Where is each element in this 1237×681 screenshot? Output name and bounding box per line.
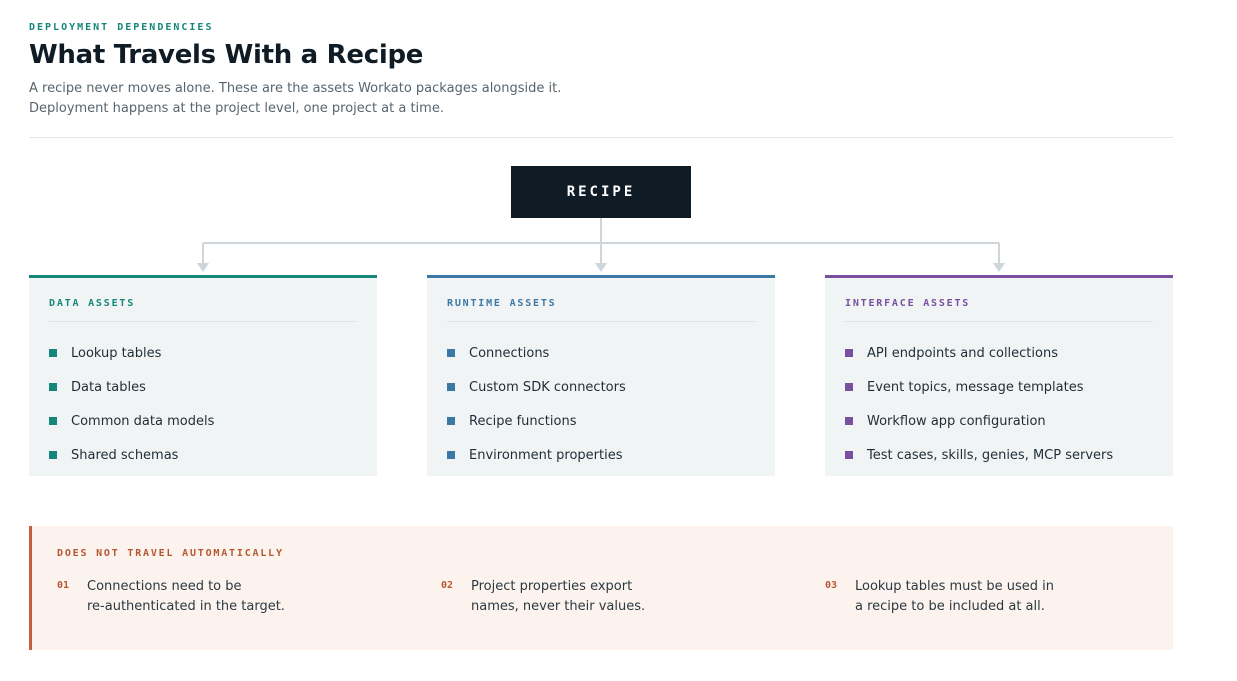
- square-bullet-icon: [49, 417, 57, 425]
- card-heading: INTERFACE ASSETS: [845, 298, 1153, 322]
- section-eyebrow: DEPLOYMENT DEPENDENCIES: [29, 22, 214, 33]
- callout-item-number: 03: [825, 580, 838, 591]
- arrowhead-runtime-icon: [595, 263, 607, 272]
- data-assets-card: DATA ASSETS Lookup tables Data tables Co…: [29, 275, 377, 476]
- list-item: Custom SDK connectors: [447, 370, 755, 404]
- callout-item-line: names, never their values.: [471, 599, 646, 614]
- callout-heading: DOES NOT TRAVEL AUTOMATICALLY: [57, 548, 284, 559]
- runtime-assets-card: RUNTIME ASSETS Connections Custom SDK co…: [427, 275, 775, 476]
- list-item-label: API endpoints and collections: [867, 345, 1058, 361]
- subtitle-line-2: Deployment happens at the project level,…: [29, 101, 444, 116]
- list-item-label: Recipe functions: [469, 413, 577, 429]
- callout-item-number: 01: [57, 580, 70, 591]
- list-item: Event topics, message templates: [845, 370, 1153, 404]
- list-item-label: Lookup tables: [71, 345, 162, 361]
- square-bullet-icon: [845, 451, 853, 459]
- callout-item-line: Lookup tables must be used in: [855, 579, 1055, 594]
- callout-item-number: 02: [441, 580, 454, 591]
- callout-item-line: a recipe to be included at all.: [855, 599, 1045, 614]
- square-bullet-icon: [49, 451, 57, 459]
- does-not-travel-callout: DOES NOT TRAVEL AUTOMATICALLY 01 Connect…: [29, 526, 1173, 650]
- asset-list: Lookup tables Data tables Common data mo…: [49, 336, 357, 472]
- arrowhead-interface-icon: [993, 263, 1005, 272]
- square-bullet-icon: [447, 349, 455, 357]
- subtitle-line-1: A recipe never moves alone. These are th…: [29, 81, 562, 96]
- list-item-label: Workflow app configuration: [867, 413, 1046, 429]
- list-item-label: Data tables: [71, 379, 146, 395]
- square-bullet-icon: [447, 417, 455, 425]
- square-bullet-icon: [845, 349, 853, 357]
- callout-item: 03 Lookup tables must be used in a recip…: [825, 577, 1165, 617]
- card-heading: RUNTIME ASSETS: [447, 298, 755, 322]
- square-bullet-icon: [845, 417, 853, 425]
- callout-item-text: Project properties export names, never t…: [471, 577, 781, 617]
- list-item-label: Common data models: [71, 413, 215, 429]
- list-item-label: Test cases, skills, genies, MCP servers: [867, 447, 1114, 463]
- recipe-node-label: RECIPE: [566, 184, 636, 200]
- list-item: Environment properties: [447, 438, 755, 472]
- list-item: Shared schemas: [49, 438, 357, 472]
- square-bullet-icon: [447, 383, 455, 391]
- list-item-label: Custom SDK connectors: [469, 379, 626, 395]
- callout-item: 02 Project properties export names, neve…: [441, 577, 781, 617]
- interface-assets-card: INTERFACE ASSETS API endpoints and colle…: [825, 275, 1173, 476]
- asset-list: Connections Custom SDK connectors Recipe…: [447, 336, 755, 472]
- list-item: Data tables: [49, 370, 357, 404]
- list-item: API endpoints and collections: [845, 336, 1153, 370]
- callout-item-line: re-authenticated in the target.: [87, 599, 285, 614]
- card-heading: DATA ASSETS: [49, 298, 357, 322]
- header-divider: [29, 137, 1173, 138]
- list-item-label: Shared schemas: [71, 447, 179, 463]
- square-bullet-icon: [49, 349, 57, 357]
- callout-item-text: Lookup tables must be used in a recipe t…: [855, 577, 1165, 617]
- list-item: Common data models: [49, 404, 357, 438]
- callout-item-line: Project properties export: [471, 579, 633, 594]
- list-item: Connections: [447, 336, 755, 370]
- page-subtitle: A recipe never moves alone. These are th…: [29, 79, 649, 119]
- square-bullet-icon: [49, 383, 57, 391]
- list-item-label: Environment properties: [469, 447, 623, 463]
- callout-item-text: Connections need to be re-authenticated …: [87, 577, 397, 617]
- list-item: Test cases, skills, genies, MCP servers: [845, 438, 1153, 472]
- list-item-label: Connections: [469, 345, 550, 361]
- list-item: Lookup tables: [49, 336, 357, 370]
- list-item: Recipe functions: [447, 404, 755, 438]
- square-bullet-icon: [447, 451, 455, 459]
- square-bullet-icon: [845, 383, 853, 391]
- callout-item-line: Connections need to be: [87, 579, 242, 594]
- callout-item: 01 Connections need to be re-authenticat…: [57, 577, 397, 617]
- page-title: What Travels With a Recipe: [29, 40, 424, 70]
- list-item: Workflow app configuration: [845, 404, 1153, 438]
- recipe-node: RECIPE: [511, 166, 691, 218]
- asset-list: API endpoints and collections Event topi…: [845, 336, 1153, 472]
- list-item-label: Event topics, message templates: [867, 379, 1084, 395]
- arrowhead-data-icon: [197, 263, 209, 272]
- callout-items: 01 Connections need to be re-authenticat…: [57, 577, 1173, 627]
